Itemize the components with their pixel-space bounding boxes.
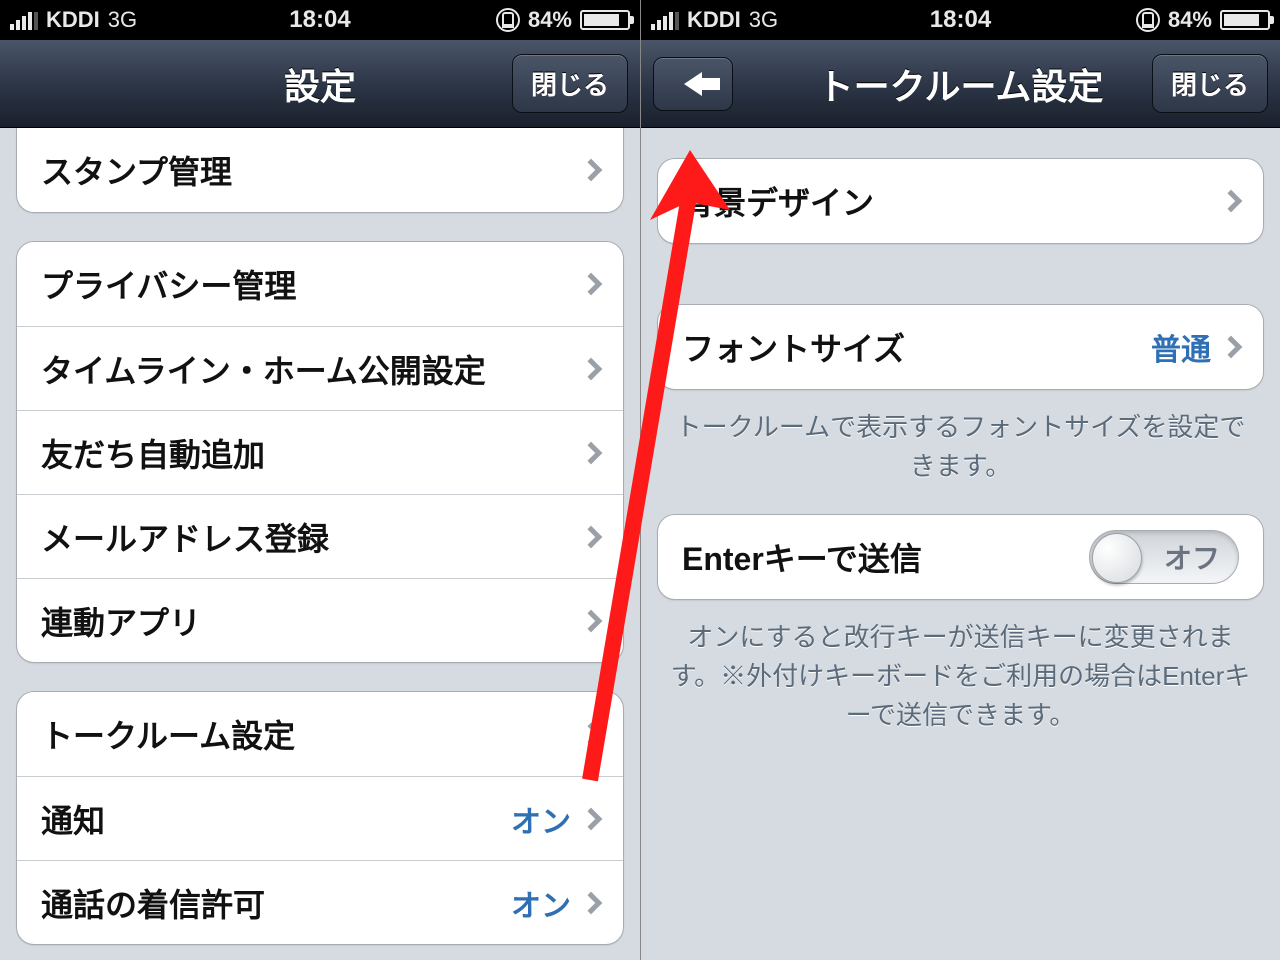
back-button[interactable] xyxy=(653,57,733,111)
cell-label: メールアドレス登録 xyxy=(41,514,583,560)
status-time: 18:04 xyxy=(289,0,350,40)
toggle-label: オフ xyxy=(1164,537,1220,577)
cell-label: 通知 xyxy=(41,796,511,842)
chevron-right-icon xyxy=(580,525,603,548)
chevron-right-icon xyxy=(580,723,603,746)
cell-label: 友だち自動追加 xyxy=(41,430,583,476)
cell-label: トークルーム設定 xyxy=(41,711,583,757)
cell-label: 通話の着信許可 xyxy=(41,880,511,926)
cell-value: オン xyxy=(511,881,571,925)
group-enter-send: Enterキーで送信 オフ xyxy=(657,514,1264,600)
group-fontsize: フォントサイズ 普通 xyxy=(657,304,1264,390)
settings-group-talk: トークルーム設定 通知 オン 通話の着信許可 オン xyxy=(16,691,624,945)
settings-content: スタンプ管理 プライバシー管理 タイムライン・ホーム公開設定 友だち自動追加 メ… xyxy=(0,128,640,960)
carrier-label: KDDI xyxy=(46,7,100,33)
chevron-right-icon xyxy=(580,441,603,464)
page-title-talkroom: トークルーム設定 xyxy=(818,58,1104,110)
settings-group-stamps: スタンプ管理 xyxy=(16,128,624,213)
chevron-right-icon xyxy=(1220,336,1243,359)
cell-enter-send[interactable]: Enterキーで送信 オフ xyxy=(658,515,1263,599)
chevron-right-icon xyxy=(580,807,603,830)
close-button[interactable]: 閉じる xyxy=(1152,54,1268,113)
cell-label: フォントサイズ xyxy=(682,324,1151,370)
chevron-right-icon xyxy=(1220,190,1243,213)
talkroom-content: 背景デザイン フォントサイズ 普通 トークルームで表示するフォントサイズを設定で… xyxy=(641,128,1280,960)
right-pane: KDDI 3G 18:04 84% トークルーム設定 閉じる 背景デザイン フォ… xyxy=(640,0,1280,960)
cell-label: 連動アプリ xyxy=(41,598,583,644)
signal-icon xyxy=(651,10,679,30)
cell-stamp-management[interactable]: スタンプ管理 xyxy=(17,128,623,212)
group-background: 背景デザイン xyxy=(657,158,1264,244)
rotation-lock-icon xyxy=(1136,8,1160,32)
network-label: 3G xyxy=(749,7,778,33)
left-pane: KDDI 3G 18:04 84% 設定 閉じる スタンプ管理 プライバシー管理 xyxy=(0,0,640,960)
cell-email-register[interactable]: メールアドレス登録 xyxy=(17,494,623,578)
battery-pct: 84% xyxy=(528,7,572,33)
signal-icon xyxy=(10,10,38,30)
cell-label: タイムライン・ホーム公開設定 xyxy=(41,346,583,392)
status-bar: KDDI 3G 18:04 84% xyxy=(641,0,1280,40)
cell-label: プライバシー管理 xyxy=(41,261,583,307)
cell-notifications[interactable]: 通知 オン xyxy=(17,776,623,860)
cell-value: オン xyxy=(511,797,571,841)
arrow-left-icon xyxy=(684,72,702,96)
cell-talkroom-settings[interactable]: トークルーム設定 xyxy=(17,692,623,776)
settings-group-privacy: プライバシー管理 タイムライン・ホーム公開設定 友だち自動追加 メールアドレス登… xyxy=(16,241,624,663)
chevron-right-icon xyxy=(580,891,603,914)
footer-enter-send: オンにすると改行キーが送信キーに変更されます。※外付けキーボードをご利用の場合は… xyxy=(641,600,1280,735)
cell-value: 普通 xyxy=(1151,325,1211,369)
chevron-right-icon xyxy=(580,273,603,296)
battery-pct: 84% xyxy=(1168,7,1212,33)
battery-icon xyxy=(580,10,630,30)
chevron-right-icon xyxy=(580,357,603,380)
cell-call-permission[interactable]: 通話の着信許可 オン xyxy=(17,860,623,944)
cell-privacy[interactable]: プライバシー管理 xyxy=(17,242,623,326)
cell-auto-add-friends[interactable]: 友だち自動追加 xyxy=(17,410,623,494)
cell-timeline-home[interactable]: タイムライン・ホーム公開設定 xyxy=(17,326,623,410)
toggle-knob xyxy=(1092,533,1142,583)
status-bar: KDDI 3G 18:04 84% xyxy=(0,0,640,40)
footer-fontsize: トークルームで表示するフォントサイズを設定できます。 xyxy=(641,390,1280,486)
network-label: 3G xyxy=(108,7,137,33)
nav-bar-left: 設定 閉じる xyxy=(0,40,640,128)
close-button[interactable]: 閉じる xyxy=(512,54,628,113)
battery-icon xyxy=(1220,10,1270,30)
cell-font-size[interactable]: フォントサイズ 普通 xyxy=(658,305,1263,389)
cell-linked-apps[interactable]: 連動アプリ xyxy=(17,578,623,662)
nav-bar-right: トークルーム設定 閉じる xyxy=(641,40,1280,128)
chevron-right-icon xyxy=(580,609,603,632)
cell-label: 背景デザイン xyxy=(682,178,1223,224)
carrier-label: KDDI xyxy=(687,7,741,33)
chevron-right-icon xyxy=(580,159,603,182)
status-time: 18:04 xyxy=(930,0,991,40)
cell-label: スタンプ管理 xyxy=(41,147,583,193)
rotation-lock-icon xyxy=(496,8,520,32)
page-title-settings: 設定 xyxy=(284,58,356,110)
cell-background-design[interactable]: 背景デザイン xyxy=(658,159,1263,243)
cell-label: Enterキーで送信 xyxy=(682,534,1089,580)
toggle-enter-send[interactable]: オフ xyxy=(1089,530,1239,584)
